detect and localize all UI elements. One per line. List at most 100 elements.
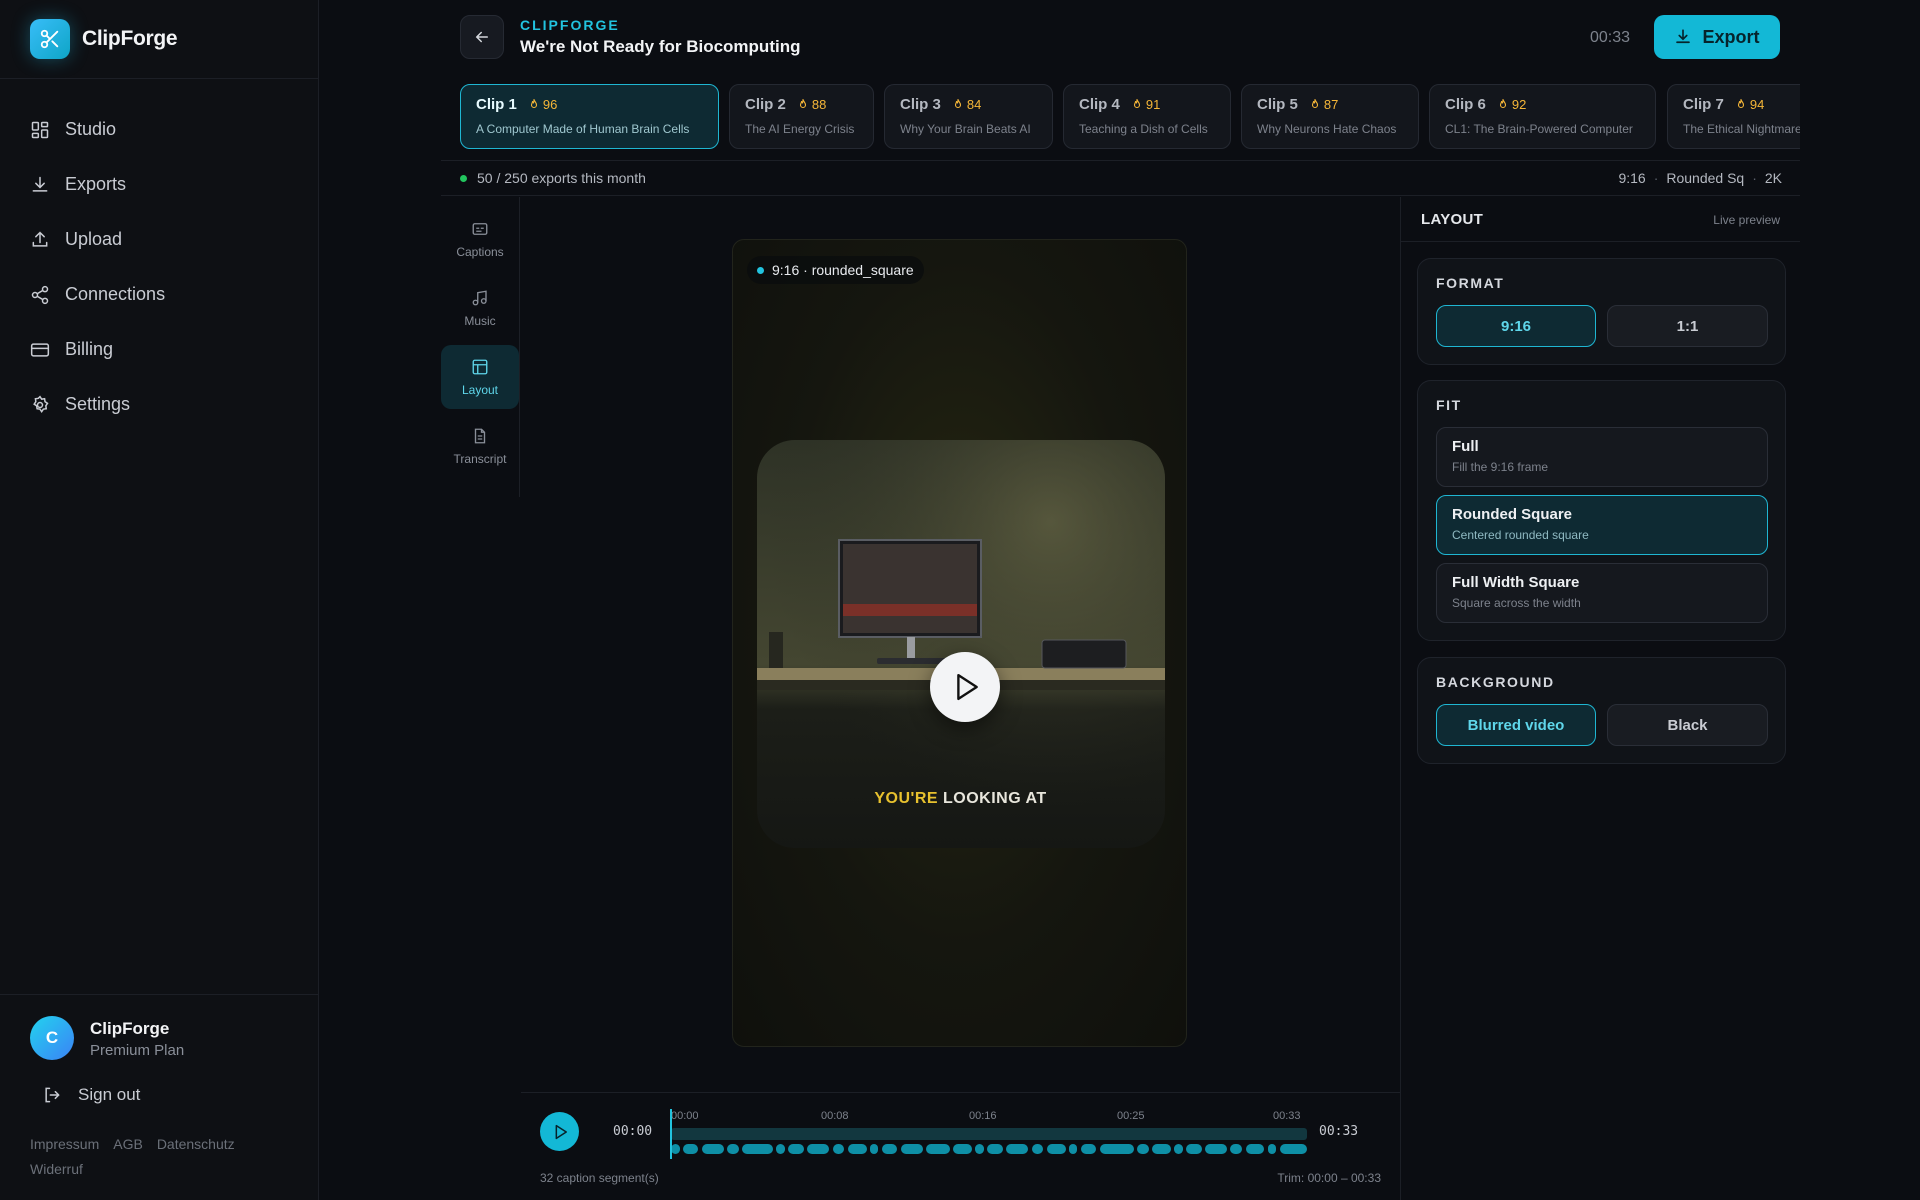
caption-segment[interactable] — [869, 1144, 879, 1154]
fit-option-subtitle: Fill the 9:16 frame — [1452, 460, 1549, 474]
legal-link-agb[interactable]: AGB — [113, 1136, 143, 1152]
export-button[interactable]: Export — [1654, 15, 1780, 59]
video-frame[interactable] — [757, 440, 1165, 848]
caption-segment[interactable] — [987, 1144, 1003, 1154]
caption-highlight-word: YOU'RE — [874, 790, 939, 807]
caption-segment[interactable] — [1152, 1144, 1171, 1154]
caption-segment[interactable] — [1186, 1144, 1202, 1154]
caption-segment[interactable] — [1174, 1144, 1183, 1154]
legal-link-impressum[interactable]: Impressum — [30, 1136, 99, 1152]
total-time: 00:33 — [1319, 1124, 1359, 1139]
caption-segment[interactable] — [1204, 1144, 1228, 1154]
clip-tab-3[interactable]: Clip 3 84 Why Your Brain Beats AI — [884, 84, 1053, 149]
fit-option-full[interactable]: Full Fill the 9:16 frame — [1436, 427, 1768, 487]
flame-icon — [1735, 98, 1747, 111]
flame-icon — [1497, 98, 1509, 111]
caption-segment[interactable] — [807, 1144, 830, 1154]
sidebar-item-billing[interactable]: Billing — [0, 322, 318, 377]
play-button[interactable] — [930, 652, 1000, 722]
background-label: BACKGROUND — [1436, 674, 1555, 690]
tool-transcript[interactable]: Transcript — [441, 414, 519, 478]
caption-segment[interactable] — [1099, 1144, 1134, 1154]
legal-link-datenschutz[interactable]: Datenschutz — [157, 1136, 235, 1152]
clip-tab-5[interactable]: Clip 5 87 Why Neurons Hate Chaos — [1241, 84, 1419, 149]
caption-segment[interactable] — [1046, 1144, 1066, 1154]
caption-segment[interactable] — [926, 1144, 950, 1154]
caption-segment[interactable] — [671, 1144, 680, 1154]
format-option-1-1[interactable]: 1:1 — [1607, 305, 1768, 347]
clip-score: 88 — [797, 97, 826, 112]
panel-title: LAYOUT — [1421, 211, 1484, 228]
sidebar-item-label: Studio — [65, 119, 117, 139]
clip-score: 94 — [1735, 97, 1764, 112]
clip-name: Clip 2 — [745, 96, 786, 113]
caption-segment[interactable] — [1031, 1144, 1044, 1154]
clip-subtitle: A Computer Made of Human Brain Cells — [476, 122, 690, 136]
fit-label: FIT — [1436, 397, 1462, 413]
background-option-black[interactable]: Black — [1607, 704, 1768, 746]
fit-option-title: Rounded Square — [1452, 506, 1573, 523]
sidebar-item-upload[interactable]: Upload — [0, 212, 318, 267]
clip-subtitle: The AI Energy Crisis — [745, 122, 855, 136]
tick-label: 00:16 — [969, 1110, 997, 1122]
timeline-play-button[interactable] — [540, 1112, 579, 1151]
fit-option-subtitle: Square across the width — [1452, 596, 1581, 610]
clip-subtitle: Teaching a Dish of Cells — [1079, 122, 1208, 136]
caption-segment[interactable] — [742, 1144, 774, 1154]
export-settings-summary: 9:16 · Rounded Sq · 2K — [1618, 170, 1782, 186]
caption-segment[interactable] — [1267, 1144, 1277, 1154]
caption-segment[interactable] — [900, 1144, 923, 1154]
caption-segment[interactable] — [1136, 1144, 1149, 1154]
sidebar-item-studio[interactable]: Studio — [0, 102, 318, 157]
legal-link-widerruf[interactable]: Widerruf — [30, 1161, 83, 1177]
clip-tab-2[interactable]: Clip 2 88 The AI Energy Crisis — [729, 84, 874, 149]
caption-segment[interactable] — [881, 1144, 898, 1154]
play-icon — [954, 673, 980, 701]
clip-tab-1[interactable]: Clip 1 96 A Computer Made of Human Brain … — [460, 84, 719, 149]
fit-option-rounded-square[interactable]: Rounded Square Centered rounded square — [1436, 495, 1768, 555]
sidebar-item-settings[interactable]: Settings — [0, 377, 318, 432]
caption-segment[interactable] — [1230, 1144, 1243, 1154]
tool-captions[interactable]: Captions — [441, 207, 519, 271]
format-option-9-16[interactable]: 9:16 — [1436, 305, 1596, 347]
caption-segment[interactable] — [953, 1144, 972, 1154]
brand[interactable]: ClipForge — [0, 0, 318, 79]
sidebar-item-exports[interactable]: Exports — [0, 157, 318, 212]
clip-tab-7[interactable]: Clip 7 94 The Ethical Nightmare — [1667, 84, 1800, 149]
caption-segment[interactable] — [1006, 1144, 1029, 1154]
caption-segment[interactable] — [1068, 1144, 1078, 1154]
caption-segment[interactable] — [701, 1144, 724, 1154]
flame-icon — [1131, 98, 1143, 111]
layout-summary: Rounded Sq — [1666, 170, 1745, 186]
caption-segment[interactable] — [1080, 1144, 1097, 1154]
caption-segment[interactable] — [975, 1144, 984, 1154]
sidebar-item-connections[interactable]: Connections — [0, 267, 318, 322]
caption-segment[interactable] — [832, 1144, 845, 1154]
caption-segment[interactable] — [788, 1144, 804, 1154]
export-label: Export — [1702, 26, 1760, 47]
arrow-left-icon — [473, 28, 491, 46]
timeline-track[interactable] — [671, 1128, 1307, 1140]
back-button[interactable] — [460, 15, 504, 59]
clip-tab-6[interactable]: Clip 6 92 CL1: The Brain-Powered Computer — [1429, 84, 1656, 149]
sidebar-item-label: Settings — [65, 394, 131, 414]
tool-layout[interactable]: Layout — [441, 345, 519, 409]
sidebar-item-label: Connections — [65, 284, 166, 304]
sign-out-button[interactable]: Sign out — [30, 1075, 140, 1115]
caption-segment[interactable] — [682, 1144, 699, 1154]
background-option-blurred-video[interactable]: Blurred video — [1436, 704, 1596, 746]
caption-segment[interactable] — [776, 1144, 785, 1154]
caption-segment[interactable] — [847, 1144, 867, 1154]
clip-tab-4[interactable]: Clip 4 91 Teaching a Dish of Cells — [1063, 84, 1231, 149]
caption-segment[interactable] — [1279, 1144, 1307, 1154]
caption-segment[interactable] — [727, 1144, 739, 1154]
tick-label: 00:08 — [821, 1110, 849, 1122]
avatar[interactable]: C — [30, 1016, 74, 1060]
caption-segment[interactable] — [1245, 1144, 1265, 1154]
playhead[interactable] — [670, 1109, 672, 1159]
timeline-ticks: 00:00 00:08 00:16 00:25 00:33 — [671, 1110, 1307, 1124]
profile-section: C ClipForge Premium Plan Sign out Impres… — [0, 994, 319, 1200]
fit-option-full-width-square[interactable]: Full Width Square Square across the widt… — [1436, 563, 1768, 623]
tool-music[interactable]: Music — [441, 276, 519, 340]
captions-icon — [471, 220, 489, 238]
